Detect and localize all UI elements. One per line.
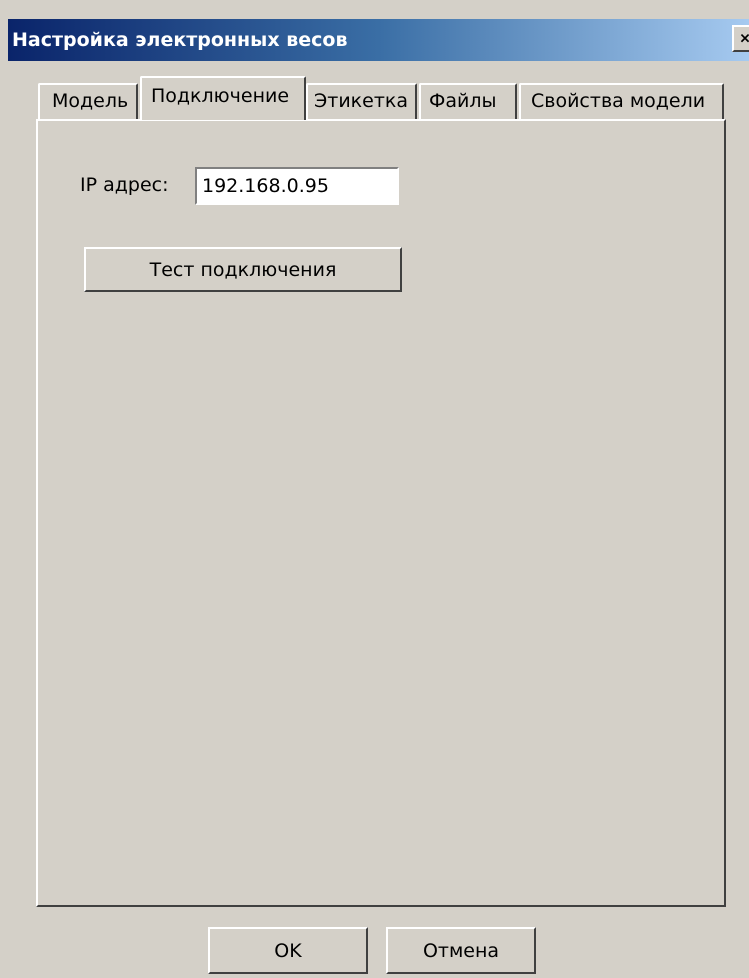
tab-label: Модель <box>52 90 129 112</box>
settings-dialog: Настройка электронных весов Модель Подкл… <box>0 0 749 978</box>
test-connection-button[interactable]: Тест подключения <box>84 247 402 292</box>
tab-label-settings[interactable]: Этикетка <box>306 83 417 119</box>
tab-label: Свойства модели <box>531 90 706 112</box>
ok-button[interactable]: OK <box>208 927 368 974</box>
window-title: Настройка электронных весов <box>12 29 348 51</box>
tab-files[interactable]: Файлы <box>419 83 517 119</box>
tab-label: Подключение <box>151 85 290 107</box>
ip-address-input[interactable] <box>195 167 399 205</box>
tab-panel-connection <box>36 119 726 907</box>
close-icon <box>740 33 749 43</box>
tab-connection[interactable]: Подключение <box>140 76 306 120</box>
title-bar[interactable]: Настройка электронных весов <box>8 19 749 61</box>
close-button[interactable] <box>732 25 749 52</box>
tab-model-properties[interactable]: Свойства модели <box>519 83 724 119</box>
cancel-button[interactable]: Отмена <box>386 927 536 974</box>
ip-address-label: IP адрес: <box>80 174 169 196</box>
tab-label: Этикетка <box>314 90 409 112</box>
tab-label: Файлы <box>429 90 497 112</box>
tab-model[interactable]: Модель <box>38 83 138 119</box>
